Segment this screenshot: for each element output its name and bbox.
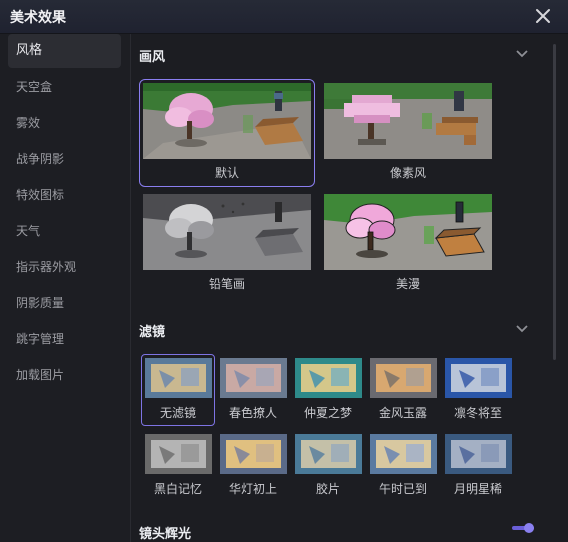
art-style-collapse-toggle[interactable]: [514, 45, 530, 61]
art-style-pencil-label: 铅笔画: [208, 277, 245, 291]
sidebar-item-fog-of-war[interactable]: 战争阴影: [8, 142, 121, 176]
filter-none-label: 无滤镜: [159, 406, 196, 420]
filter-moonlight-label: 月明星稀: [453, 482, 502, 496]
filter-autumn-label: 金风玉露: [378, 406, 427, 420]
sidebar-item-skybox[interactable]: 天空盒: [8, 70, 121, 104]
filter-noon[interactable]: 午时已到: [366, 430, 440, 502]
art-style-pixel-label: 像素风: [389, 166, 426, 180]
settings-panel: 画风 默认 像素风 铅笔画 美漫 滤镜 无滤镜 春色撩人 仲夏之梦 金风玉露 凛…: [131, 34, 568, 542]
sidebar-item-damage-numbers[interactable]: 跳字管理: [8, 322, 121, 356]
filter-winter-label: 凛冬将至: [453, 406, 502, 420]
chevron-down-icon: [516, 325, 528, 333]
art-style-default-preview: [143, 83, 311, 159]
art-style-pixel[interactable]: 像素风: [320, 79, 496, 187]
art-style-pencil[interactable]: 铅笔画: [139, 190, 315, 298]
art-style-comic-label: 美漫: [395, 277, 420, 291]
filter-spring-label: 春色撩人: [228, 406, 277, 420]
sidebar-item-fog[interactable]: 雾效: [8, 106, 121, 140]
filter-moonlight[interactable]: 月明星稀: [441, 430, 515, 502]
toggle-knob: [524, 523, 534, 533]
filter-spring[interactable]: 春色撩人: [216, 354, 290, 426]
filter-winter[interactable]: 凛冬将至: [441, 354, 515, 426]
filter-film-preview: [295, 434, 362, 474]
sidebar-item-loading-image[interactable]: 加载图片: [8, 358, 121, 392]
title-bar: 美术效果: [0, 0, 568, 34]
filter-spring-preview: [220, 358, 287, 398]
filter-winter-preview: [445, 358, 512, 398]
dialog-title: 美术效果: [10, 10, 66, 26]
art-style-pencil-preview: [143, 194, 311, 270]
lens-flare-toggle[interactable]: [512, 523, 534, 533]
art-style-comic[interactable]: 美漫: [320, 190, 496, 298]
filter-black-white[interactable]: 黑白记忆: [141, 430, 215, 502]
filter-film-label: 胶片: [315, 482, 340, 496]
sidebar-item-weather[interactable]: 天气: [8, 214, 121, 248]
filter-collapse-toggle[interactable]: [514, 320, 530, 336]
filter-lantern[interactable]: 华灯初上: [216, 430, 290, 502]
filter-heading: 滤镜: [139, 325, 166, 340]
chevron-down-icon: [516, 50, 528, 58]
filter-noon-preview: [370, 434, 437, 474]
filter-summer-label: 仲夏之梦: [303, 406, 352, 420]
sidebar-item-shadow-quality[interactable]: 阴影质量: [8, 286, 121, 320]
sidebar-item-indicator-style[interactable]: 指示器外观: [8, 250, 121, 284]
filter-none-preview: [145, 358, 212, 398]
art-style-heading: 画风: [139, 50, 166, 65]
art-style-default-label: 默认: [214, 166, 239, 180]
art-effects-dialog: 美术效果 风格 天空盒 雾效 战争阴影 特效图标 天气 指示器外观 阴影质量 跳…: [0, 0, 568, 542]
content-scrollbar[interactable]: [553, 44, 556, 360]
close-button[interactable]: [532, 5, 554, 27]
sidebar: 风格 天空盒 雾效 战争阴影 特效图标 天气 指示器外观 阴影质量 跳字管理 加…: [0, 34, 131, 542]
sidebar-item-effect-icons[interactable]: 特效图标: [8, 178, 121, 212]
filter-noon-label: 午时已到: [378, 482, 427, 496]
filter-film[interactable]: 胶片: [291, 430, 365, 502]
filter-none[interactable]: 无滤镜: [141, 354, 215, 426]
sidebar-item-style[interactable]: 风格: [8, 34, 121, 68]
filter-moonlight-preview: [445, 434, 512, 474]
art-style-comic-preview: [324, 194, 492, 270]
filter-lantern-preview: [220, 434, 287, 474]
lens-flare-heading: 镜头辉光: [139, 527, 192, 542]
filter-black-white-label: 黑白记忆: [153, 482, 202, 496]
filter-summer-preview: [295, 358, 362, 398]
art-style-default[interactable]: 默认: [139, 79, 315, 187]
filter-summer[interactable]: 仲夏之梦: [291, 354, 365, 426]
filter-autumn-preview: [370, 358, 437, 398]
close-icon: [536, 9, 550, 23]
filter-black-white-preview: [145, 434, 212, 474]
art-style-pixel-preview: [324, 83, 492, 159]
filter-lantern-label: 华灯初上: [228, 482, 277, 496]
filter-autumn[interactable]: 金风玉露: [366, 354, 440, 426]
